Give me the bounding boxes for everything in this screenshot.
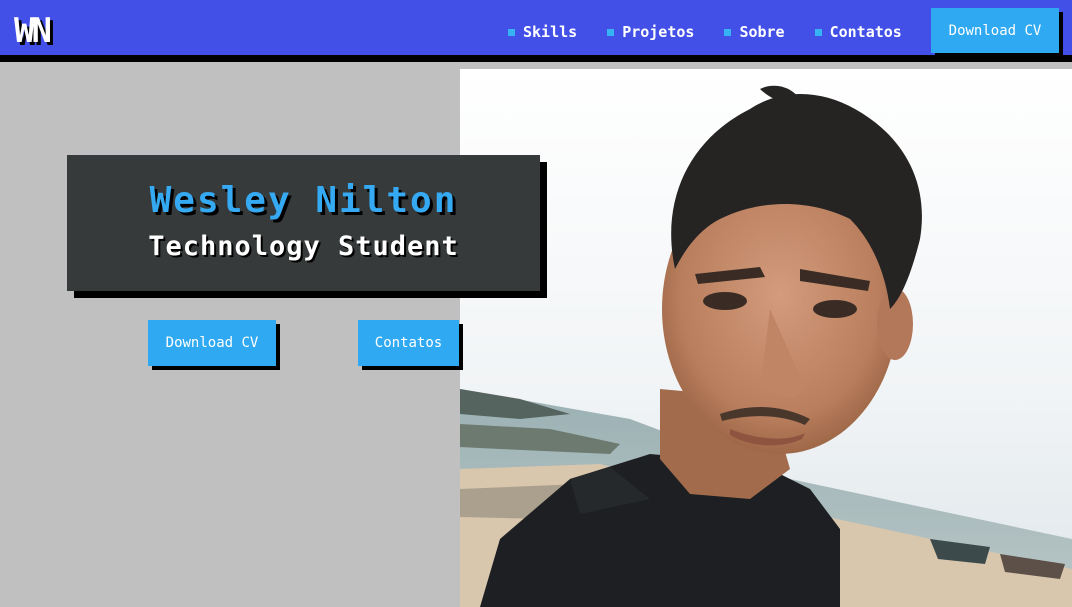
nav-download-cv-button[interactable]: Download CV (931, 8, 1059, 53)
nav-link-projetos[interactable]: Projetos (607, 22, 694, 42)
nav-link-label: Projetos (622, 23, 695, 41)
square-bullet-icon (814, 28, 822, 36)
square-bullet-icon (508, 28, 515, 36)
nav-link-label: Sobre (739, 23, 785, 41)
square-bullet-icon (607, 28, 615, 36)
nav-link-skills[interactable]: Skills (508, 22, 577, 42)
hero-role: Technology Student (148, 231, 459, 262)
nav-link-label: Skills (523, 23, 578, 41)
hero-card: Wesley Nilton Technology Student (67, 155, 540, 291)
hero-name: Wesley Nilton (149, 180, 458, 221)
square-bullet-icon (724, 28, 732, 36)
contatos-button[interactable]: Contatos (358, 320, 459, 366)
navbar: WN Skills Projetos Sobre Contatos Downlo… (0, 0, 1072, 62)
logo[interactable]: WN (14, 11, 52, 51)
profile-photo (460, 69, 1072, 607)
nav-links: Skills Projetos Sobre Contatos (508, 22, 902, 42)
nav-link-label: Contatos (829, 23, 902, 41)
nav-link-sobre[interactable]: Sobre (724, 22, 785, 42)
download-cv-button[interactable]: Download CV (148, 320, 276, 366)
nav-link-contatos[interactable]: Contatos (814, 22, 902, 42)
